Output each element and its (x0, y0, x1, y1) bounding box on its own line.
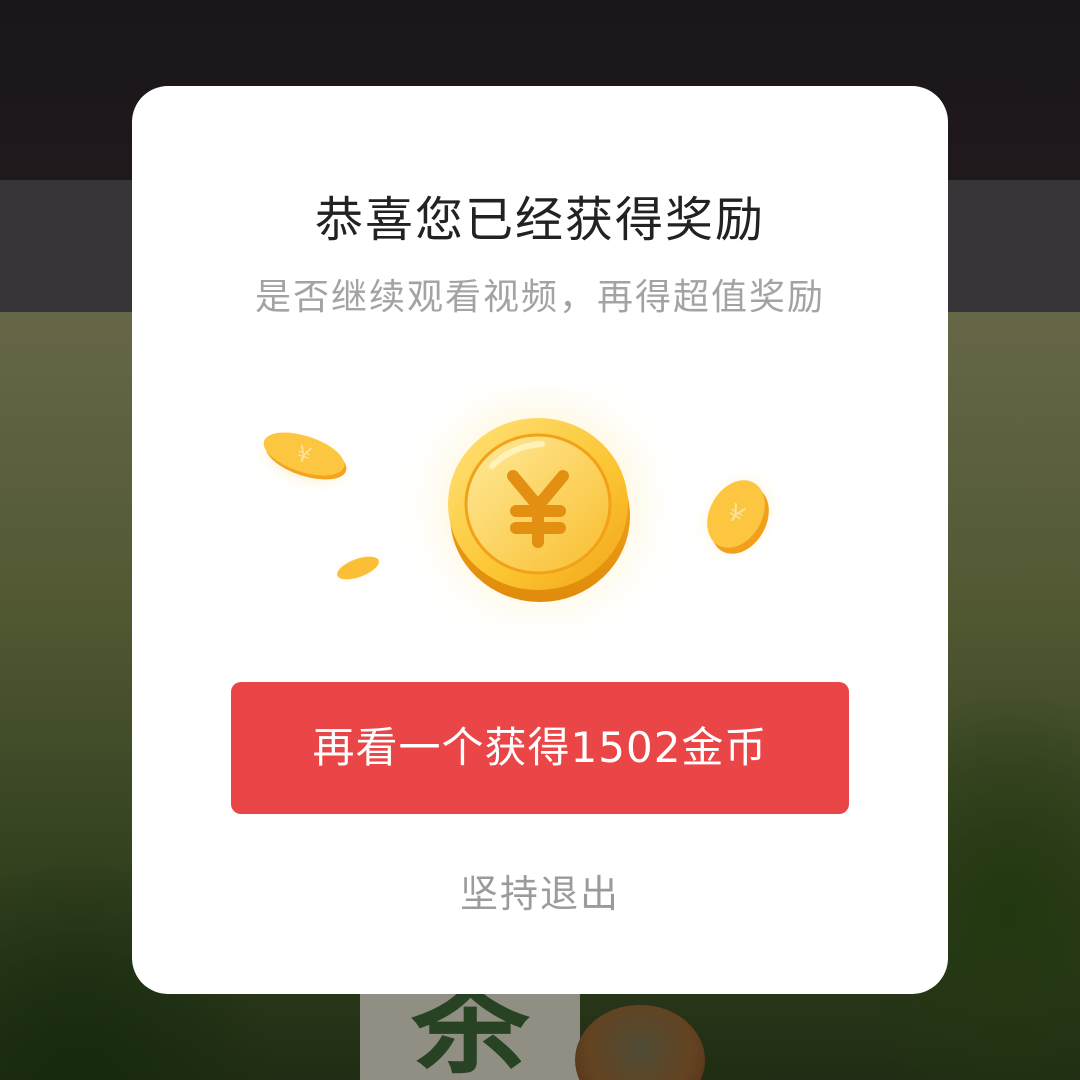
dialog-subtitle: 是否继续观看视频，再得超值奖励 (254, 277, 825, 318)
small-coin-right-icon: ¥ (690, 462, 786, 570)
dialog-title: 恭喜您已经获得奖励 (314, 192, 765, 248)
exit-button[interactable]: 坚持退出 (132, 866, 948, 922)
watch-again-button[interactable]: 再看一个获得1502金币 (231, 682, 849, 814)
small-coin-left-icon: ¥ (246, 425, 362, 497)
gold-yuan-coin-icon (448, 418, 630, 602)
reward-dialog: 恭喜您已经获得奖励 是否继续观看视频，再得超值奖励 ¥ ¥ 再看一个获得1502… (132, 86, 948, 994)
screen: 茶 恭喜您已经获得奖励 是否继续观看视频，再得超值奖励 ¥ ¥ 再看一个获得15… (0, 0, 1080, 1080)
tiny-coin-icon (329, 551, 387, 585)
coins-illustration: ¥ ¥ (246, 386, 786, 656)
